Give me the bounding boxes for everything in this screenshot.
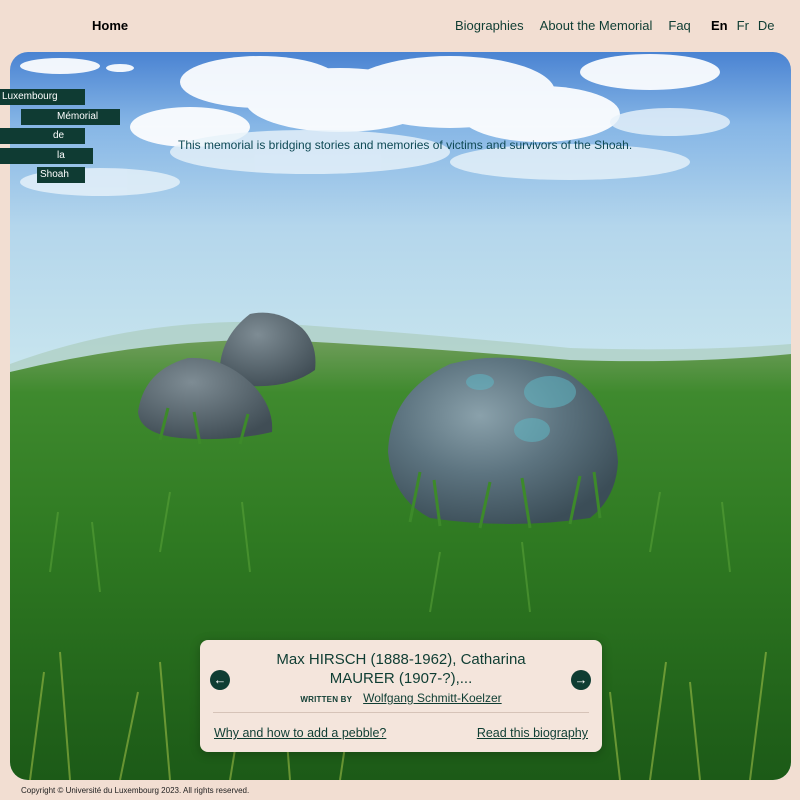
nav-about-memorial[interactable]: About the Memorial (540, 18, 653, 33)
logo-word-luxembourg: Luxembourg (0, 89, 85, 105)
biography-title: Max HIRSCH (1888-1962), Catharina MAURER… (276, 651, 526, 687)
language-switcher: En Fr De (711, 18, 784, 33)
lang-fr[interactable]: Fr (737, 18, 749, 33)
lang-de[interactable]: De (758, 18, 775, 33)
copyright-text: Copyright © Université du Luxembourg 202… (21, 786, 250, 795)
written-by-label: WRITTEN BY (300, 695, 353, 704)
author-row: WRITTEN BY Wolfgang Schmitt-Koelzer (200, 691, 602, 705)
logo-word-memorial: Mémorial (21, 109, 120, 125)
main-nav: Biographies About the Memorial Faq (455, 18, 707, 33)
arrow-right-icon: → (574, 672, 588, 687)
logo-word-la: la (0, 148, 93, 164)
nav-faq[interactable]: Faq (668, 18, 690, 33)
card-divider (213, 712, 589, 713)
add-pebble-link[interactable]: Why and how to add a pebble? (214, 726, 386, 740)
arrow-left-icon: ← (213, 672, 227, 687)
nav-biographies[interactable]: Biographies (455, 18, 524, 33)
author-link[interactable]: Wolfgang Schmitt-Koelzer (363, 691, 502, 705)
next-biography-button[interactable]: → (571, 670, 591, 690)
home-link[interactable]: Home (92, 18, 128, 33)
prev-biography-button[interactable]: ← (210, 670, 230, 690)
logo-word-de: de (0, 128, 85, 144)
lang-en[interactable]: En (711, 18, 728, 33)
biography-card: ← Max HIRSCH (1888-1962), Catharina MAUR… (200, 640, 602, 752)
hero-tagline: This memorial is bridging stories and me… (178, 138, 633, 152)
logo-word-shoah: Shoah (37, 167, 85, 183)
read-biography-link[interactable]: Read this biography (477, 726, 588, 740)
